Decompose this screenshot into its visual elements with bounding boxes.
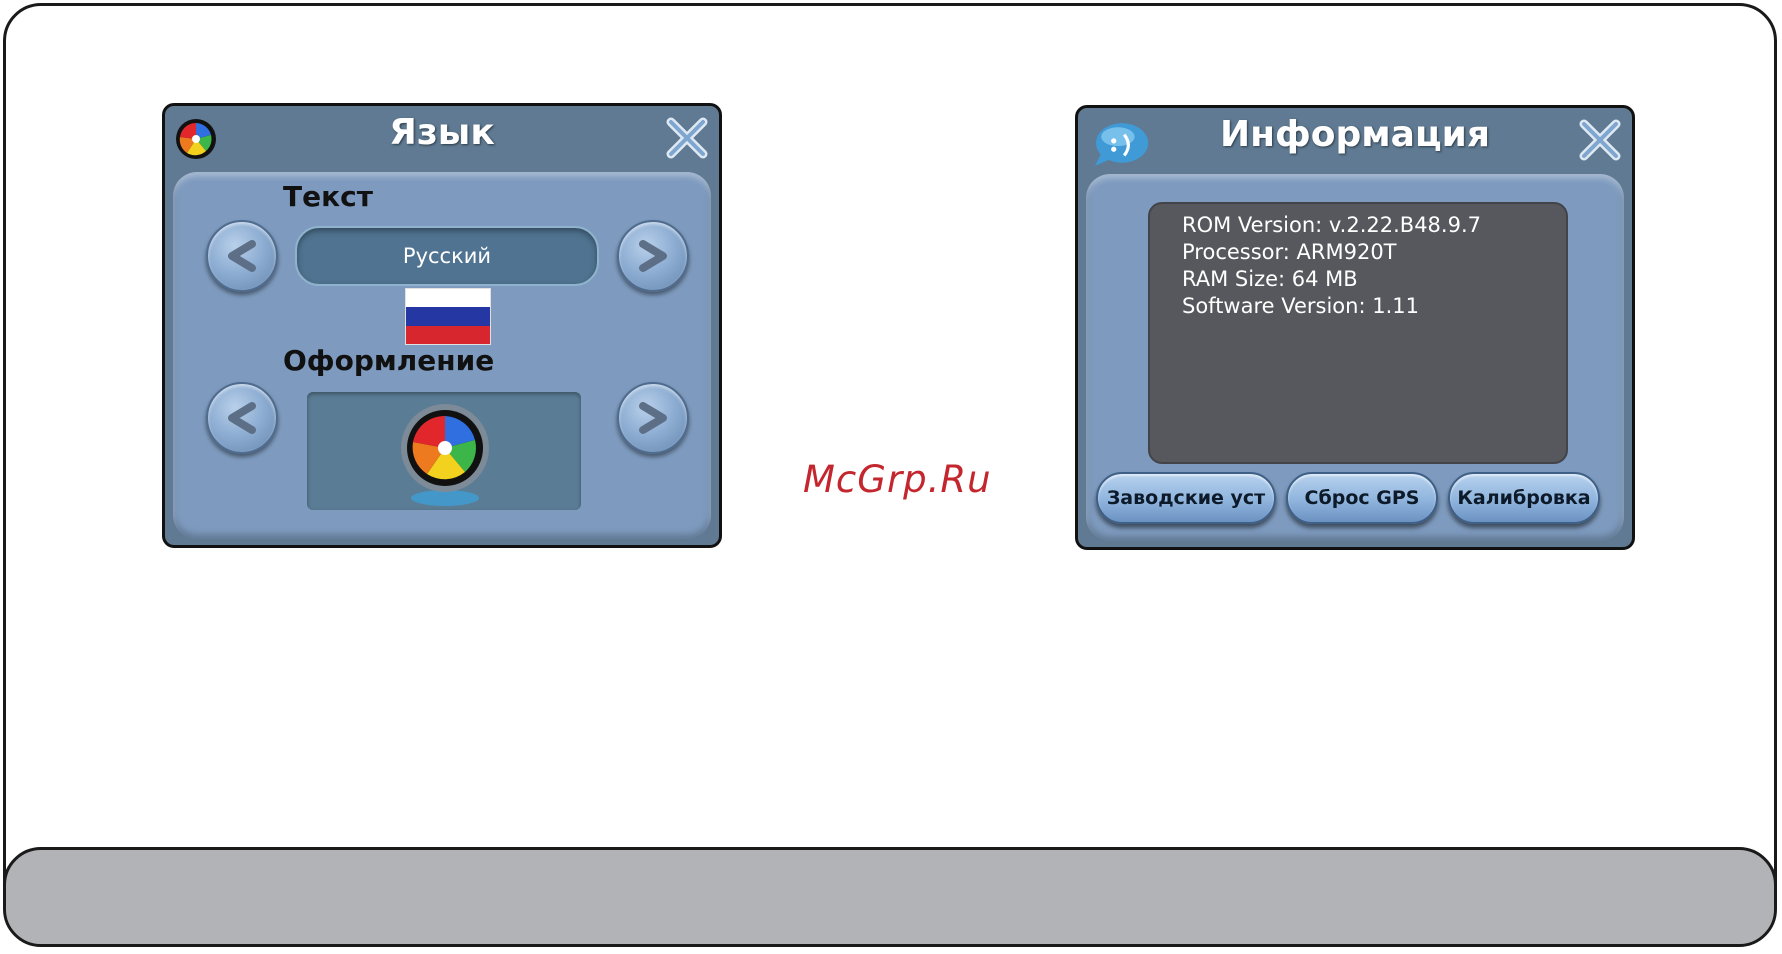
dialog-body: Текст Русский Оформление [173, 172, 711, 539]
info-dialog: Информация ROM Version: v.2.22.B48.9.7 P… [1075, 105, 1635, 550]
dialog-title: Информация [1220, 114, 1490, 155]
ram-size-text: RAM Size: 64 MB [1182, 267, 1358, 291]
text-section-label: Текст [283, 180, 373, 213]
language-dialog: Язык Текст Русский Оформление [162, 103, 722, 548]
factory-reset-button[interactable]: Заводские уст [1096, 472, 1276, 524]
close-icon[interactable] [665, 116, 709, 160]
chevron-right-icon [639, 402, 667, 434]
prev-language-button[interactable] [206, 220, 278, 292]
color-wheel-icon [401, 404, 489, 506]
info-screen: ROM Version: v.2.22.B48.9.7 Processor: A… [1148, 202, 1568, 464]
calibration-button[interactable]: Калибровка [1448, 472, 1600, 524]
chevron-left-icon [228, 240, 256, 272]
theme-section-label: Оформление [283, 344, 495, 377]
footer-bar [6, 847, 1774, 944]
chevron-left-icon [228, 402, 256, 434]
dialog-body: ROM Version: v.2.22.B48.9.7 Processor: A… [1086, 174, 1624, 541]
prev-theme-button[interactable] [206, 382, 278, 454]
watermark-text: McGrp.Ru [803, 458, 992, 501]
processor-text: Processor: ARM920T [1182, 240, 1397, 264]
page-frame: Язык Текст Русский Оформление Информация… [3, 3, 1777, 947]
theme-preview[interactable] [307, 392, 581, 510]
close-icon[interactable] [1578, 118, 1622, 162]
chevron-right-icon [639, 240, 667, 272]
russian-flag-icon [405, 288, 491, 345]
language-selector[interactable]: Русский [295, 226, 599, 286]
reset-gps-button[interactable]: Сброс GPS [1286, 472, 1438, 524]
dialog-title: Язык [389, 112, 495, 153]
next-language-button[interactable] [617, 220, 689, 292]
rom-version-text: ROM Version: v.2.22.B48.9.7 [1182, 213, 1481, 237]
software-version-text: Software Version: 1.11 [1182, 294, 1419, 318]
next-theme-button[interactable] [617, 382, 689, 454]
